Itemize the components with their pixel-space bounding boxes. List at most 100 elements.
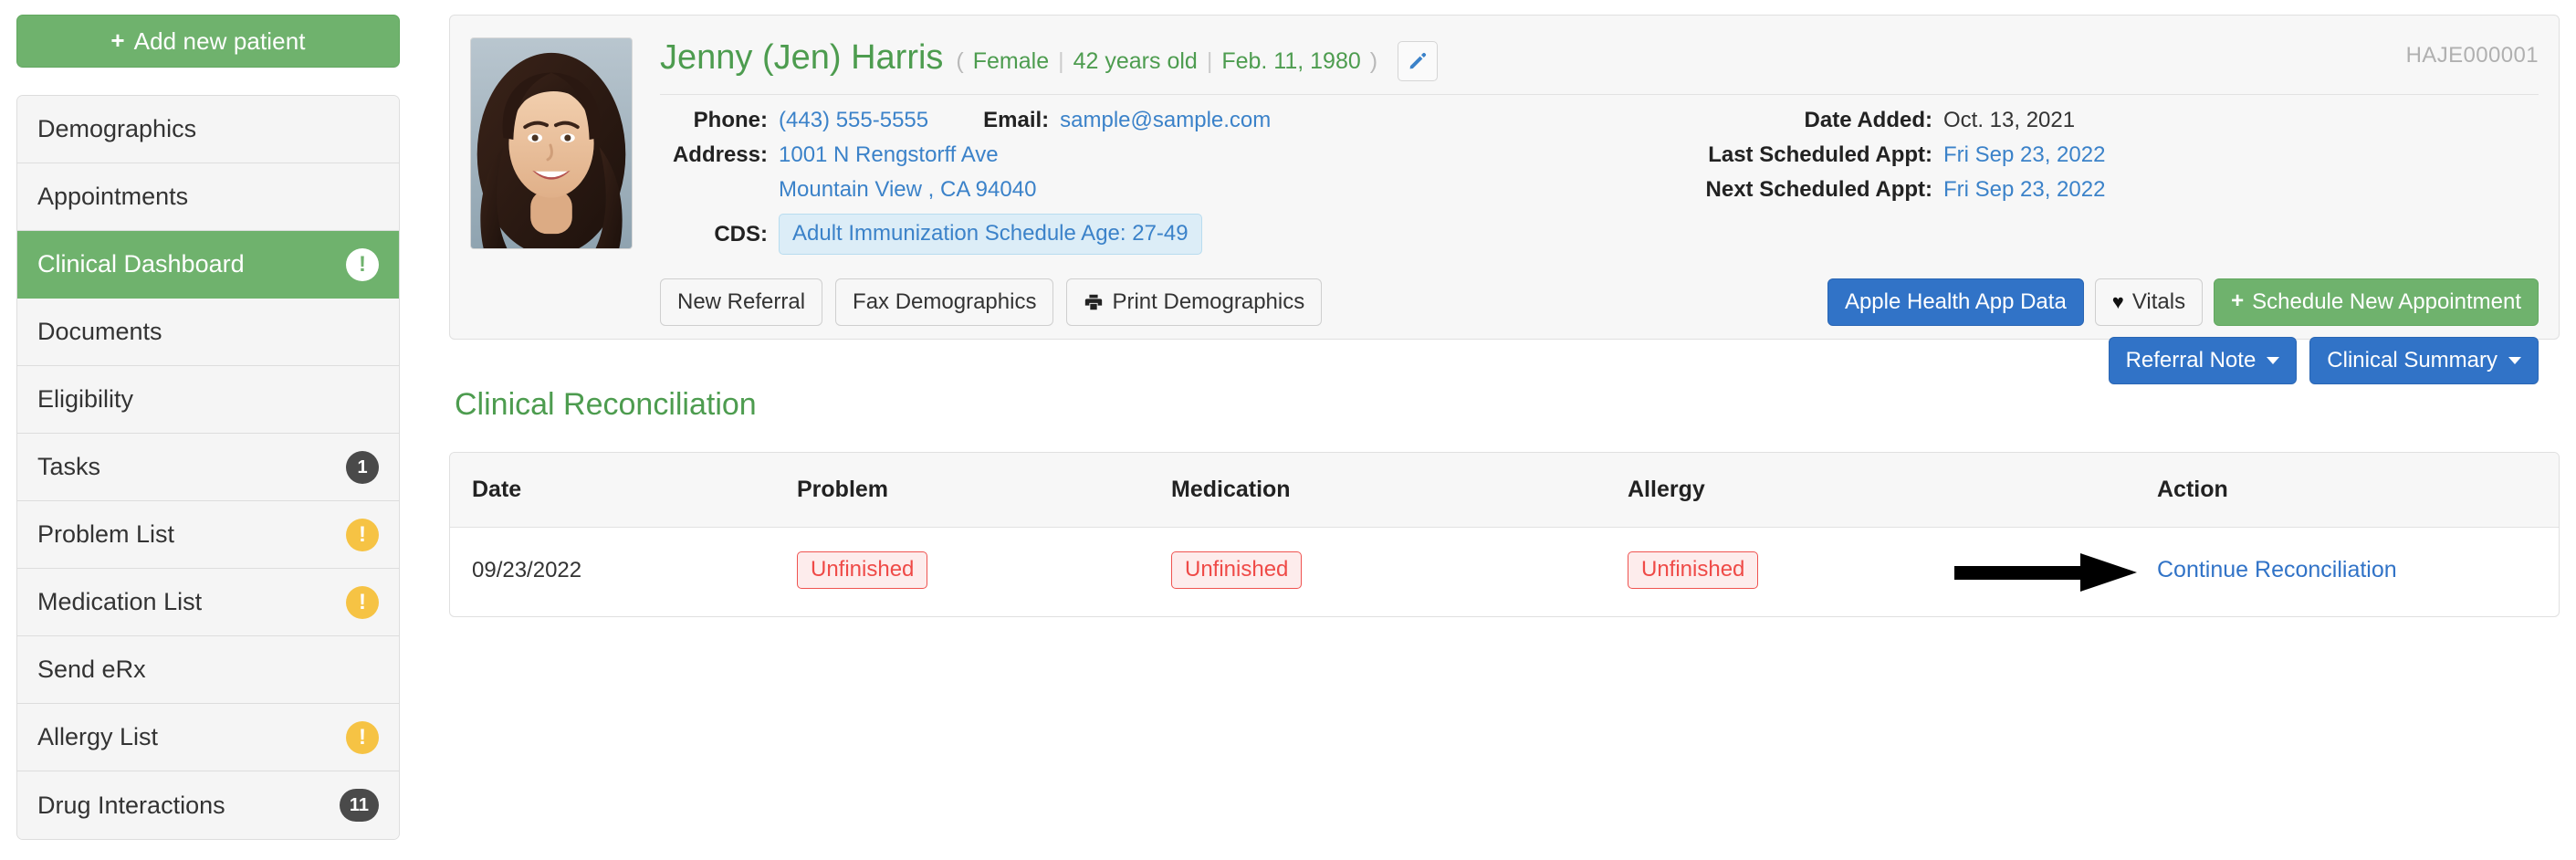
cell-action: Continue Reconciliation — [1954, 528, 2559, 617]
sidebar-item-demographics[interactable]: Demographics — [17, 96, 399, 163]
column-header-date: Date — [450, 453, 797, 528]
cds-badge[interactable]: Adult Immunization Schedule Age: 27-49 — [779, 214, 1202, 255]
table-row: 09/23/2022 Unfinished Unfinished Unfinis… — [450, 528, 2559, 617]
page-title: Jenny (Jen) Harris — [660, 38, 944, 77]
print-demographics-label: Print Demographics — [1112, 289, 1305, 314]
drug-interactions-count-badge: 11 — [339, 789, 379, 822]
patient-id: HAJE000001 — [2405, 43, 2539, 68]
sidebar-item-label: Medication List — [37, 588, 203, 615]
clinical-reconciliation-title: Clinical Reconciliation — [455, 387, 757, 422]
add-new-patient-button[interactable]: + Add new patient — [16, 15, 400, 68]
cell-date: 09/23/2022 — [472, 557, 582, 582]
column-header-medication: Medication — [1171, 453, 1628, 528]
sidebar-item-drug-interactions[interactable]: Drug Interactions 11 — [17, 771, 399, 839]
cell-problem: Unfinished — [797, 528, 1171, 617]
patient-gender: Female — [972, 48, 1050, 74]
sidebar-item-label: Documents — [37, 318, 162, 345]
clinical-summary-label: Clinical Summary — [2327, 348, 2497, 372]
referral-note-dropdown[interactable]: Referral Note — [2108, 337, 2298, 384]
alert-icon: ! — [346, 585, 379, 619]
patient-action-bar-left: New Referral Fax Demographics Print Demo… — [660, 278, 1323, 326]
address-row: Address: 1001 N Rengstorff Ave — [660, 142, 1655, 168]
column-header-allergy: Allergy — [1628, 453, 2157, 528]
sidebar-item-label: Clinical Dashboard — [37, 250, 245, 278]
patient-photo-container — [470, 32, 633, 326]
table-header-row: Date Problem Medication Allergy Action — [450, 453, 2559, 528]
add-new-patient-label: Add new patient — [133, 26, 306, 55]
apple-health-label: Apple Health App Data — [1844, 289, 2067, 314]
vitals-button[interactable]: ♥ Vitals — [2094, 278, 2204, 326]
divider — [660, 94, 2539, 95]
sidebar-item-medication-list[interactable]: Medication List ! — [17, 569, 399, 636]
apple-health-app-data-button[interactable]: Apple Health App Data — [1827, 278, 2084, 326]
print-demographics-button[interactable]: Print Demographics — [1066, 278, 1323, 326]
next-appointment-value[interactable]: Fri Sep 23, 2022 — [1943, 177, 2105, 203]
heart-icon: ♥ — [2111, 290, 2124, 313]
sidebar-item-label: Tasks — [37, 453, 101, 480]
sidebar-item-label: Problem List — [37, 520, 175, 548]
date-added-value: Oct. 13, 2021 — [1943, 108, 2076, 132]
column-header-problem: Problem — [797, 453, 1171, 528]
new-referral-button[interactable]: New Referral — [660, 278, 823, 326]
fax-demographics-button[interactable]: Fax Demographics — [835, 278, 1054, 326]
separator: | — [1058, 48, 1064, 74]
next-appointment-row: Next Scheduled Appt: Fri Sep 23, 2022 — [1670, 177, 2539, 203]
sidebar-item-documents[interactable]: Documents — [17, 299, 399, 366]
printer-icon — [1085, 294, 1103, 310]
clinical-dashboard-page: + Add new patient Demographics Appointme… — [0, 0, 2576, 860]
plus-icon: + — [110, 26, 125, 54]
status-badge: Unfinished — [1628, 551, 1759, 589]
tasks-count-badge: 1 — [346, 450, 379, 484]
sidebar: + Add new patient Demographics Appointme… — [16, 15, 400, 840]
patient-appointment-info: Date Added: Oct. 13, 2021 Last Scheduled… — [1655, 108, 2539, 255]
patient-info-grid: Phone: (443) 555-5555 Email: sample@samp… — [660, 108, 2539, 255]
address-line-1[interactable]: 1001 N Rengstorff Ave — [779, 142, 999, 168]
sidebar-item-clinical-dashboard[interactable]: Clinical Dashboard ! — [17, 231, 399, 299]
sidebar-item-label: Send eRx — [37, 655, 146, 683]
patient-contact-info: Phone: (443) 555-5555 Email: sample@samp… — [660, 108, 1655, 255]
clinical-summary-dropdown[interactable]: Clinical Summary — [2309, 337, 2539, 384]
schedule-new-appointment-button[interactable]: + Schedule New Appointment — [2214, 278, 2539, 326]
patient-action-row-secondary: Referral Note Clinical Summary — [2108, 337, 2539, 384]
email-value[interactable]: sample@sample.com — [1060, 108, 1271, 133]
sidebar-item-label: Eligibility — [37, 385, 134, 413]
plus-icon: + — [2231, 288, 2245, 313]
patient-action-bar-right: Apple Health App Data ♥ Vitals + Schedul… — [1827, 278, 2539, 384]
new-referral-label: New Referral — [677, 289, 806, 314]
column-header-action: Action — [2157, 453, 2559, 528]
chevron-down-icon — [2508, 357, 2521, 364]
cell-allergy: Unfinished — [1628, 528, 2157, 617]
patient-demographics-summary: ( Female | 42 years old | Feb. 11, 1980 … — [956, 48, 1377, 75]
avatar — [470, 37, 633, 249]
phone-value[interactable]: (443) 555-5555 — [779, 108, 928, 133]
sidebar-item-send-erx[interactable]: Send eRx — [17, 636, 399, 704]
sidebar-item-tasks[interactable]: Tasks 1 — [17, 434, 399, 501]
pencil-icon — [1409, 52, 1427, 69]
sidebar-nav-list: Demographics Appointments Clinical Dashb… — [16, 95, 400, 840]
cds-label: CDS: — [714, 221, 768, 246]
last-appointment-value[interactable]: Fri Sep 23, 2022 — [1943, 142, 2105, 168]
sidebar-item-problem-list[interactable]: Problem List ! — [17, 501, 399, 569]
clinical-reconciliation-table: Date Problem Medication Allergy Action 0… — [450, 453, 2559, 616]
edit-patient-button[interactable] — [1398, 41, 1439, 81]
patient-dob: Feb. 11, 1980 — [1221, 48, 1361, 74]
sidebar-item-eligibility[interactable]: Eligibility — [17, 366, 399, 434]
phone-row: Phone: (443) 555-5555 Email: sample@samp… — [660, 108, 1655, 133]
sidebar-item-allergy-list[interactable]: Allergy List ! — [17, 704, 399, 771]
paren-close: ) — [1369, 48, 1378, 74]
sidebar-item-label: Allergy List — [37, 723, 159, 750]
schedule-appointment-label: Schedule New Appointment — [2252, 289, 2521, 314]
patient-age: 42 years old — [1073, 48, 1198, 74]
status-badge: Unfinished — [797, 551, 928, 589]
address-line-2[interactable]: Mountain View , CA 94040 — [779, 177, 1036, 203]
sidebar-item-appointments[interactable]: Appointments — [17, 163, 399, 231]
referral-note-label: Referral Note — [2125, 348, 2257, 372]
next-appointment-label: Next Scheduled Appt: — [1705, 177, 1932, 202]
continue-reconciliation-link[interactable]: Continue Reconciliation — [2157, 557, 2397, 582]
phone-label: Phone: — [693, 108, 768, 132]
address-label: Address: — [672, 142, 768, 167]
table-header: Date Problem Medication Allergy Action — [450, 453, 2559, 528]
sidebar-item-label: Appointments — [37, 183, 189, 210]
date-added-row: Date Added: Oct. 13, 2021 — [1670, 108, 2539, 133]
patient-name-row: Jenny (Jen) Harris ( Female | 42 years o… — [660, 32, 2539, 81]
